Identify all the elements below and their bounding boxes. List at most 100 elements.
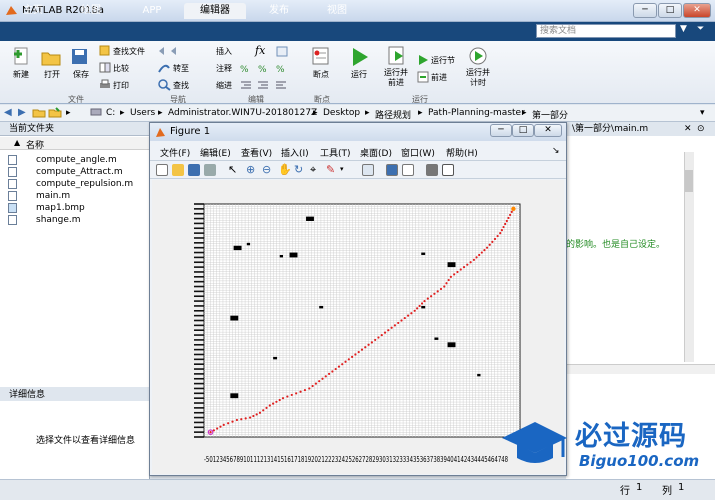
- sort-icon[interactable]: ▲: [14, 138, 20, 147]
- comment-percent-icon[interactable]: %%%: [240, 63, 290, 77]
- group-file-label: 文件: [68, 95, 84, 104]
- menu-tools[interactable]: 工具(T): [320, 146, 351, 159]
- file-item-shange[interactable]: shange.m: [36, 214, 81, 226]
- search-docs-input[interactable]: 搜索文档: [536, 24, 676, 38]
- figure-close-button[interactable]: ✕: [534, 124, 562, 137]
- pointer-icon[interactable]: ↖: [228, 163, 237, 176]
- path-point: [262, 409, 265, 412]
- fx-button[interactable]: fx: [255, 44, 265, 57]
- figure-maximize-button[interactable]: □: [512, 124, 534, 137]
- print-button[interactable]: 打印: [113, 80, 129, 91]
- find-button[interactable]: 查找: [173, 80, 189, 91]
- grid: [194, 203, 521, 438]
- indent-icons[interactable]: [240, 80, 290, 94]
- file-item-main[interactable]: main.m: [36, 190, 70, 202]
- insert-button[interactable]: 插入: [216, 46, 232, 57]
- print-figure-icon[interactable]: [204, 164, 216, 176]
- open-button[interactable]: 打开: [39, 69, 65, 80]
- path-point: [337, 365, 341, 368]
- menu-help[interactable]: 帮助(H): [446, 146, 478, 159]
- address-segment-path-planning[interactable]: 路径规划: [375, 108, 411, 121]
- menu-edit[interactable]: 编辑(E): [200, 146, 231, 159]
- path-point: [321, 377, 324, 380]
- menu-insert[interactable]: 插入(I): [281, 146, 309, 159]
- address-segment-part-one[interactable]: 第一部分: [532, 108, 568, 121]
- column-header: [0, 137, 150, 150]
- figure-minimize-button[interactable]: ─: [490, 124, 512, 137]
- address-segment-user[interactable]: Administrator.WIN7U-20180127Z: [168, 108, 317, 118]
- path-point: [235, 418, 239, 422]
- show-plot-tools-icon[interactable]: [442, 164, 454, 176]
- maximize-button[interactable]: □: [658, 3, 682, 18]
- address-segment-desktop[interactable]: Desktop: [323, 108, 360, 118]
- minimize-button[interactable]: ─: [633, 3, 657, 18]
- file-item-compute-repulsion[interactable]: compute_repulsion.m: [36, 178, 133, 190]
- compare-button[interactable]: 比较: [113, 63, 129, 74]
- tab-plots[interactable]: 绘图: [66, 3, 116, 19]
- run-time-button[interactable]: 运行并 计时: [462, 68, 494, 88]
- address-segment-users[interactable]: Users: [130, 108, 155, 118]
- run-section-button[interactable]: 运行节: [431, 55, 455, 66]
- expand-icon[interactable]: ⏷: [697, 24, 711, 38]
- colorbar-icon[interactable]: [386, 164, 398, 176]
- comment-button[interactable]: 注释: [216, 63, 232, 74]
- path-point: [308, 387, 311, 390]
- pan-icon[interactable]: ✋: [278, 163, 292, 176]
- new-figure-icon[interactable]: [156, 164, 168, 176]
- filter-icon[interactable]: ▼: [680, 24, 694, 38]
- compare-icon: [99, 62, 111, 76]
- hide-plot-tools-icon[interactable]: [426, 164, 438, 176]
- browse-folder-icon[interactable]: [48, 106, 62, 121]
- brush-dropdown-icon[interactable]: ▾: [340, 165, 344, 173]
- path-point: [478, 253, 481, 257]
- menu-desktop[interactable]: 桌面(D): [360, 146, 392, 159]
- advance-button[interactable]: 前进: [431, 72, 447, 83]
- menu-view[interactable]: 查看(V): [241, 146, 272, 159]
- zoom-out-icon[interactable]: ⊖: [262, 163, 271, 176]
- editor-menu-icon[interactable]: ⊙: [697, 124, 705, 134]
- obstacle: [319, 305, 324, 309]
- file-item-compute-attract[interactable]: compute_Attract.m: [36, 166, 123, 178]
- find-files-button[interactable]: 查找文件: [113, 46, 145, 57]
- open-file-icon[interactable]: [172, 164, 184, 176]
- up-folder-icon[interactable]: [32, 106, 46, 121]
- address-segment-drive[interactable]: C:: [106, 108, 115, 118]
- new-button[interactable]: 新建: [8, 69, 34, 80]
- address-dropdown-icon[interactable]: ▾: [700, 108, 705, 118]
- tab-home[interactable]: 主页: [10, 3, 56, 19]
- back-arrow-icon[interactable]: ◀: [4, 107, 12, 118]
- tab-publish[interactable]: 发布: [254, 3, 304, 19]
- run-advance-button[interactable]: 运行并 前进: [380, 68, 412, 88]
- scrollbar-thumb[interactable]: [685, 170, 693, 192]
- indent-button[interactable]: 缩进: [216, 80, 232, 91]
- forward-arrow-icon[interactable]: ▶: [18, 107, 26, 118]
- insert-section-icon[interactable]: [276, 46, 288, 60]
- nav-back-icon[interactable]: [157, 45, 183, 60]
- column-name-label[interactable]: 名称: [26, 138, 44, 151]
- zoom-in-icon[interactable]: ⊕: [246, 163, 255, 176]
- breakpoints-button[interactable]: 断点: [308, 69, 334, 80]
- tab-editor[interactable]: 编辑器: [184, 3, 246, 19]
- legend-icon[interactable]: [402, 164, 414, 176]
- menu-file[interactable]: 文件(F): [160, 146, 190, 159]
- link-plot-icon[interactable]: [362, 164, 374, 176]
- rotate-icon[interactable]: ↻: [294, 163, 303, 176]
- svg-text:%: %: [276, 65, 285, 74]
- goto-button[interactable]: 转至: [173, 63, 189, 74]
- file-item-compute-angle[interactable]: compute_angle.m: [36, 154, 117, 166]
- editor-path: \第一部分\main.m: [566, 123, 715, 136]
- run-button[interactable]: 运行: [346, 69, 372, 80]
- menu-window[interactable]: 窗口(W): [401, 146, 435, 159]
- data-cursor-icon[interactable]: ⌖: [310, 163, 316, 177]
- save-figure-icon[interactable]: [188, 164, 200, 176]
- brush-icon[interactable]: ✎: [326, 163, 335, 176]
- menu-dock-icon[interactable]: ↘: [552, 146, 560, 156]
- tab-view[interactable]: 视图: [312, 3, 362, 19]
- close-button[interactable]: ✕: [683, 3, 711, 18]
- save-button[interactable]: 保存: [68, 69, 94, 80]
- tab-apps[interactable]: APP: [126, 3, 178, 19]
- close-editor-icon[interactable]: ✕: [684, 124, 692, 134]
- horizontal-scrollbar[interactable]: [566, 364, 715, 374]
- address-segment-repo[interactable]: Path-Planning-master: [428, 108, 525, 118]
- file-item-map1[interactable]: map1.bmp: [36, 202, 85, 214]
